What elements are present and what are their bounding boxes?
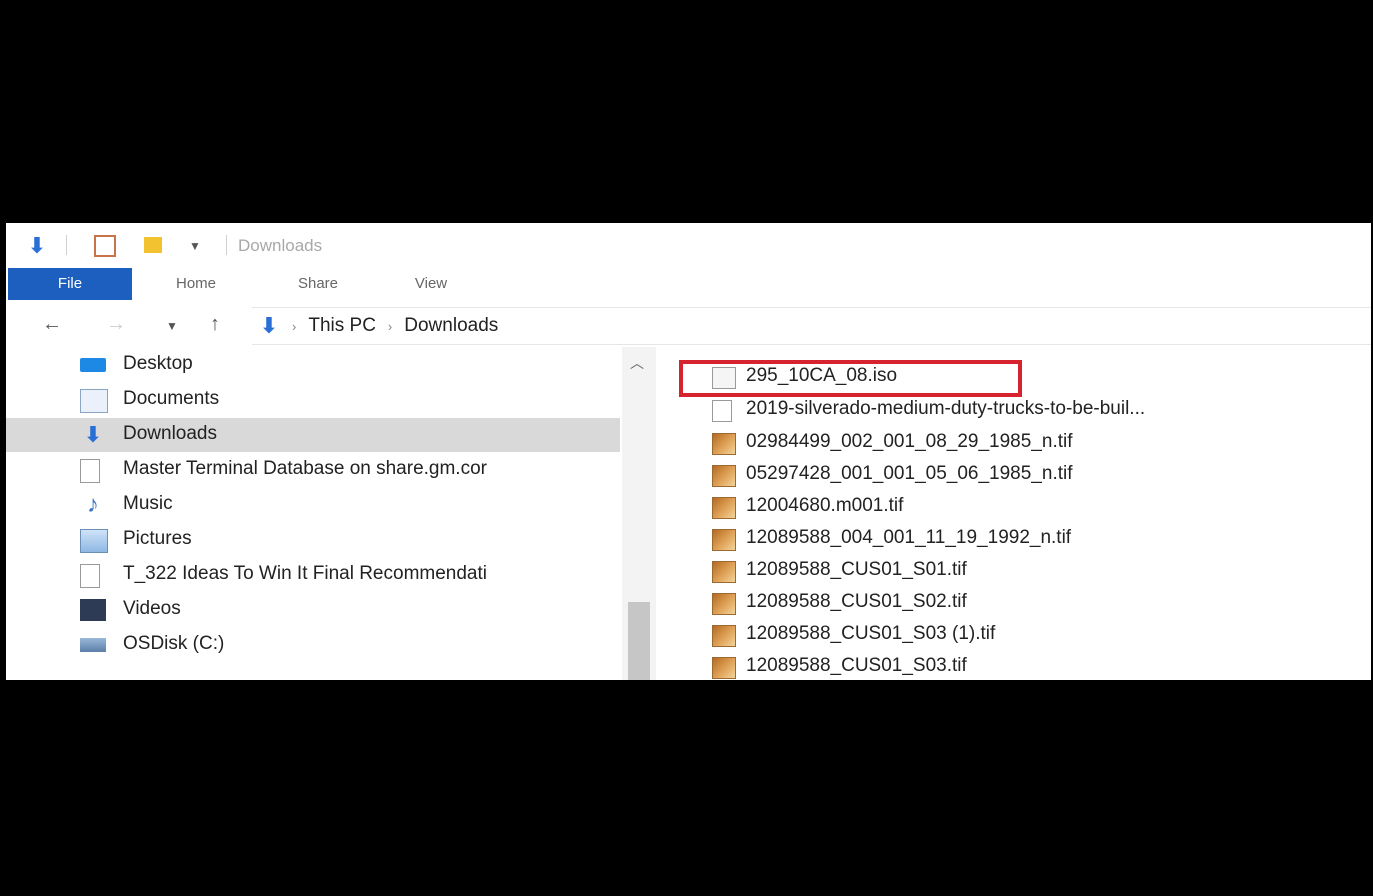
image-file-icon — [712, 625, 736, 647]
nav-item-master-terminal-database[interactable]: Master Terminal Database on share.gm.cor — [6, 453, 620, 487]
image-file-icon — [712, 497, 736, 519]
scroll-up-icon[interactable]: ︿ — [630, 353, 644, 373]
file-icon — [80, 459, 100, 483]
nav-item-documents[interactable]: Documents — [6, 383, 620, 417]
file-explorer-window: ⬇ ▼ Downloads File Home Share View ← → ▼… — [6, 223, 1371, 680]
tab-home[interactable]: Home — [156, 268, 236, 300]
downloads-icon: ⬇ — [83, 422, 103, 447]
nav-item-label: T_322 Ideas To Win It Final Recommendati — [123, 563, 487, 584]
nav-item-music[interactable]: ♪ Music — [6, 488, 620, 522]
file-name: 12089588_CUS01_S02.tif — [746, 591, 967, 612]
new-folder-icon[interactable] — [144, 237, 162, 253]
image-file-icon — [712, 529, 736, 551]
file-name: 12004680.m001.tif — [746, 495, 904, 516]
up-arrow-icon[interactable]: ↑ — [210, 313, 220, 336]
file-icon — [80, 564, 100, 588]
nav-item-t322-ideas[interactable]: T_322 Ideas To Win It Final Recommendati — [6, 558, 620, 592]
breadcrumb-separator-icon: › — [387, 318, 393, 334]
nav-item-videos[interactable]: Videos — [6, 593, 620, 627]
tab-file[interactable]: File — [8, 268, 132, 300]
file-item[interactable]: 12089588_CUS01_S01.tif — [656, 555, 1371, 587]
breadcrumb-separator-icon: › — [292, 318, 297, 334]
breadcrumb-downloads[interactable]: Downloads — [404, 315, 498, 337]
forward-arrow-icon[interactable]: → — [106, 313, 126, 336]
breadcrumb-this-pc[interactable]: This PC — [308, 315, 376, 337]
image-file-icon — [712, 593, 736, 615]
file-name: 02984499_002_001_08_29_1985_n.tif — [746, 431, 1073, 452]
file-item[interactable]: 12089588_CUS01_S02.tif — [656, 587, 1371, 619]
nav-item-desktop[interactable]: Desktop — [6, 348, 620, 382]
downloads-quick-icon[interactable]: ⬇ — [26, 235, 48, 257]
downloads-location-icon: ⬇ — [259, 313, 279, 338]
nav-item-downloads[interactable]: ⬇ Downloads — [6, 418, 620, 452]
properties-icon[interactable] — [94, 235, 116, 257]
pictures-icon — [80, 529, 108, 553]
file-item[interactable]: 02984499_002_001_08_29_1985_n.tif — [656, 427, 1371, 459]
scrollbar-thumb[interactable] — [628, 602, 650, 680]
highlight-box — [679, 360, 1022, 397]
nav-item-label: Pictures — [123, 528, 192, 549]
image-file-icon — [712, 657, 736, 679]
file-name: 12089588_CUS01_S01.tif — [746, 559, 967, 580]
nav-item-label: Videos — [123, 598, 181, 619]
file-name: 12089588_004_001_11_19_1992_n.tif — [746, 527, 1072, 548]
file-item[interactable]: 12089588_004_001_11_19_1992_n.tif — [656, 523, 1371, 555]
file-item[interactable]: 12089588_CUS01_S03.tif — [656, 651, 1371, 680]
file-item[interactable]: 12004680.m001.tif — [656, 491, 1371, 523]
address-bar[interactable]: ⬇ › This PC › Downloads — [252, 307, 1371, 345]
back-arrow-icon[interactable]: ← — [42, 313, 62, 336]
file-name: 05297428_001_001_05_06_1985_n.tif — [746, 463, 1073, 484]
desktop-icon — [80, 358, 106, 372]
nav-item-label: Master Terminal Database on share.gm.cor — [123, 458, 487, 479]
file-item[interactable]: 2019-silverado-medium-duty-trucks-to-be-… — [656, 394, 1371, 426]
image-file-icon — [712, 561, 736, 583]
chevron-down-icon[interactable]: ▼ — [189, 239, 211, 261]
tab-share[interactable]: Share — [278, 268, 358, 300]
drive-icon — [80, 638, 106, 652]
file-name: 12089588_CUS01_S03 (1).tif — [746, 623, 996, 644]
recent-locations-chevron-icon[interactable]: ▼ — [166, 319, 178, 333]
music-icon: ♪ — [87, 491, 99, 518]
file-icon — [712, 400, 732, 422]
navigation-pane: Desktop Documents ⬇ Downloads Master Ter… — [6, 347, 620, 680]
window-title: Downloads — [238, 236, 323, 255]
ribbon-tabs: File Home Share View — [6, 268, 1371, 301]
nav-item-pictures[interactable]: Pictures — [6, 523, 620, 557]
divider — [66, 235, 67, 255]
navigation-bar: ← → ▼ ↑ ⬇ › This PC › Downloads — [6, 307, 1371, 345]
file-name: 12089588_CUS01_S03.tif — [746, 655, 967, 676]
nav-item-label: Music — [123, 493, 173, 514]
tab-view[interactable]: View — [396, 268, 466, 300]
nav-item-label: Downloads — [123, 423, 217, 444]
divider — [226, 235, 227, 255]
image-file-icon — [712, 465, 736, 487]
documents-icon — [80, 389, 108, 413]
nav-item-label: Documents — [123, 388, 220, 409]
nav-item-label: Desktop — [123, 353, 193, 374]
videos-icon — [80, 599, 106, 621]
file-item[interactable]: 12089588_CUS01_S03 (1).tif — [656, 619, 1371, 651]
file-name: 2019-silverado-medium-duty-trucks-to-be-… — [746, 398, 1146, 419]
nav-item-osdisk[interactable]: OSDisk (C:) — [6, 628, 620, 662]
title-bar: ⬇ ▼ Downloads — [6, 223, 1371, 267]
file-item[interactable]: 05297428_001_001_05_06_1985_n.tif — [656, 459, 1371, 491]
nav-item-label: OSDisk (C:) — [123, 633, 225, 654]
image-file-icon — [712, 433, 736, 455]
navigation-pane-scrollbar[interactable]: ︿ — [622, 347, 656, 680]
